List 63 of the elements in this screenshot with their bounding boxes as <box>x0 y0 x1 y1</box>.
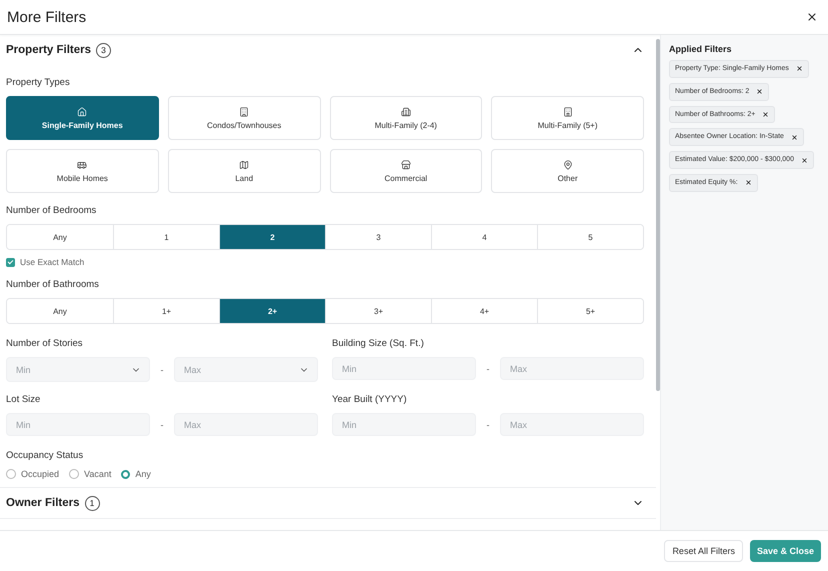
building-icon <box>239 106 250 116</box>
radio-label: Vacant <box>84 469 112 479</box>
input-field[interactable]: Min <box>332 357 476 380</box>
range-separator: - <box>486 364 490 374</box>
map-pin-icon <box>562 160 573 170</box>
dialog-title: More Filters <box>7 8 86 26</box>
input-field[interactable]: Min <box>332 413 476 436</box>
count-badge: 1 <box>84 496 100 510</box>
input-field[interactable]: Max <box>500 413 644 436</box>
building-icon <box>400 106 411 116</box>
radio-button[interactable] <box>6 469 16 479</box>
radio-button[interactable] <box>121 470 130 478</box>
property-type-option[interactable]: Condos/Townhouses <box>168 96 320 140</box>
remove-icon[interactable] <box>762 110 770 118</box>
property-type-option[interactable]: Land <box>168 149 320 193</box>
property-type-option[interactable]: Other <box>491 149 644 193</box>
section-title: Property Filters <box>6 44 91 56</box>
panel-title: Applied Filters <box>669 44 733 54</box>
range-separator: - <box>160 364 164 374</box>
section-header[interactable]: Owner Filters 1 <box>0 487 656 519</box>
remove-icon[interactable] <box>756 88 764 96</box>
field-label: Number of Stories <box>6 338 84 349</box>
checkbox[interactable] <box>6 258 15 266</box>
house-icon <box>77 106 88 116</box>
scrollbar[interactable] <box>656 39 660 391</box>
section-header[interactable]: Property Filters 3 <box>6 35 644 65</box>
input-field[interactable]: Max <box>500 357 644 380</box>
map-icon <box>239 160 250 170</box>
count-badge: 3 <box>96 42 111 58</box>
segment-option[interactable]: 5 <box>537 225 643 249</box>
segment-option[interactable]: 5+ <box>537 299 643 323</box>
radio-label: Any <box>135 469 151 479</box>
field-label: Occupancy Status <box>6 450 84 461</box>
field-label: Number of Bedrooms <box>6 205 98 216</box>
range-separator: - <box>160 420 164 430</box>
input-field[interactable]: Max <box>174 413 318 436</box>
field-label: Lot Size <box>6 394 42 405</box>
reset-button[interactable]: Reset All Filters <box>664 540 743 562</box>
remove-icon[interactable] <box>790 134 798 141</box>
remove-icon[interactable] <box>796 65 803 72</box>
remove-icon[interactable] <box>800 156 808 164</box>
field-label: Number of Bathrooms <box>6 279 100 290</box>
input-field[interactable]: Min <box>6 413 150 436</box>
section-title: Owner Filters <box>6 497 80 509</box>
segment-option[interactable]: 2 <box>219 225 325 249</box>
property-type-option[interactable]: Mobile Homes <box>6 149 159 193</box>
radio-label: Occupied <box>21 469 60 479</box>
storefront-icon <box>400 160 411 170</box>
property-type-option[interactable]: Multi-Family (5+) <box>491 96 644 140</box>
range-separator: - <box>486 420 490 430</box>
apartment-building-icon <box>562 106 573 116</box>
close-icon[interactable] <box>806 11 818 23</box>
property-type-option[interactable]: Multi-Family (2-4) <box>330 96 482 140</box>
field-label: Property Types <box>6 77 71 88</box>
checkbox-label: Use Exact Match <box>20 257 84 267</box>
field-label: Building Size (Sq. Ft.) <box>332 338 425 349</box>
radio-button[interactable] <box>69 469 80 479</box>
remove-icon[interactable] <box>744 179 752 186</box>
field-label: Year Built (YYYY) <box>332 394 408 405</box>
bus-icon <box>77 160 88 170</box>
property-type-option[interactable]: Commercial <box>330 149 482 193</box>
property-type-option[interactable]: Single-Family Homes <box>6 96 159 140</box>
segment-option[interactable]: 2+ <box>219 299 325 323</box>
